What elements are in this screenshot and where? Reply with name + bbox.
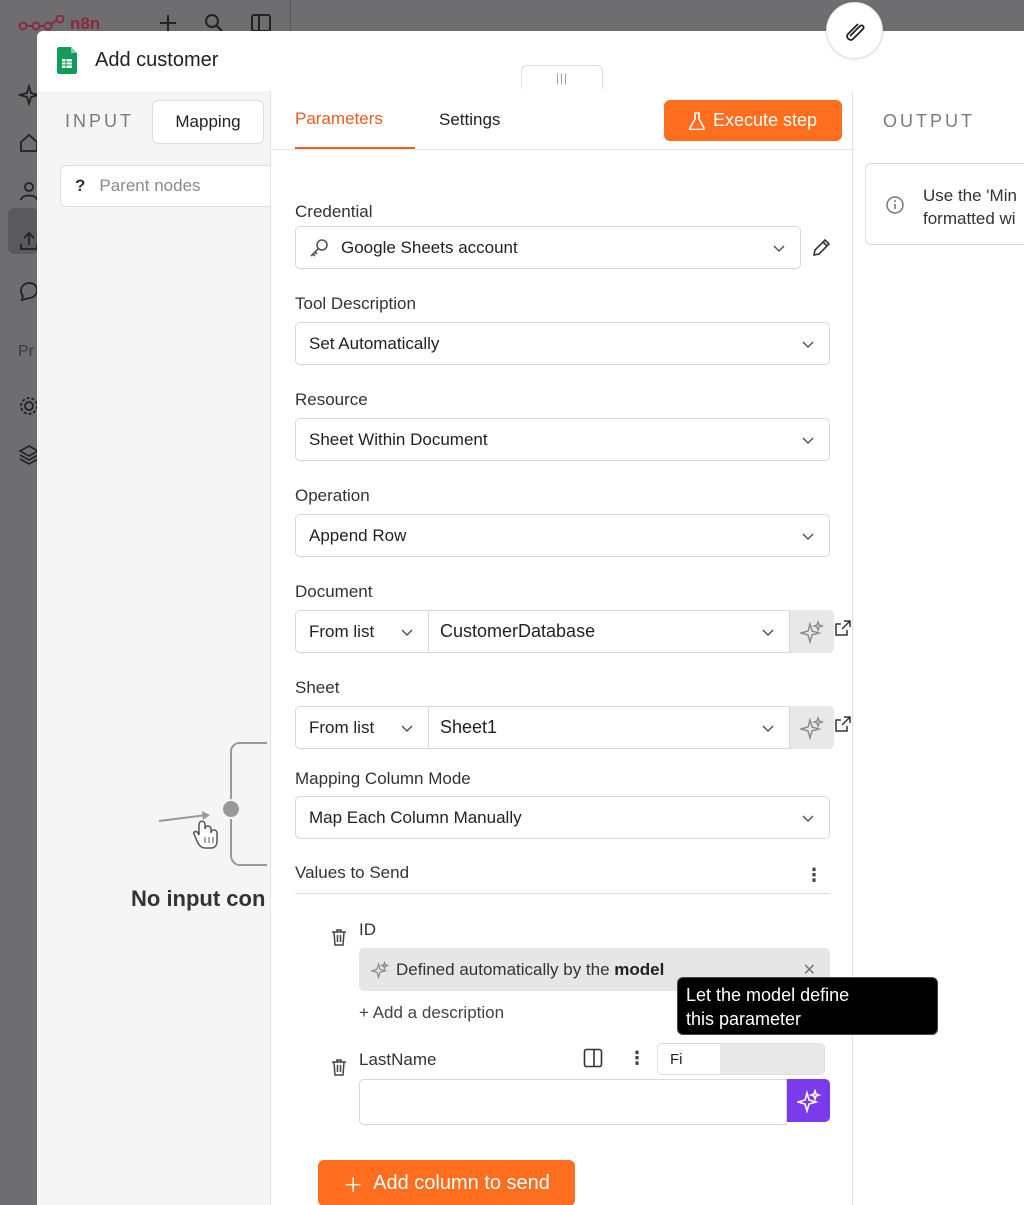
input-panel-label: INPUT [65, 111, 134, 131]
credential-label: Credential [295, 202, 373, 221]
edit-pencil-icon[interactable] [810, 237, 832, 259]
chevron-down-icon [773, 245, 785, 253]
output-info-line-1: Use the 'Min [923, 186, 1017, 205]
tab-parameters[interactable]: Parameters [295, 91, 415, 149]
document-ai-button[interactable] [790, 610, 834, 653]
sheet-label: Sheet [295, 678, 340, 697]
document-mode-select[interactable]: From list [295, 610, 429, 653]
left-sidebar: Pr [0, 40, 40, 1205]
side-panel-icon[interactable] [583, 1048, 603, 1068]
let-model-define-button[interactable] [787, 1079, 830, 1122]
sheet-ai-button[interactable] [790, 706, 834, 749]
mapping-mode-label: Mapping Column Mode [295, 769, 471, 788]
tabs-divider [271, 149, 854, 150]
execute-step-label: Execute step [712, 110, 818, 130]
tooltip-line-2: this parameter [686, 1009, 802, 1029]
chevron-down-icon [401, 629, 413, 637]
column-options-menu-icon[interactable]: ⋮ [628, 1048, 646, 1069]
sparkles-icon [800, 619, 824, 644]
auto-defined-model: model [614, 959, 665, 979]
trash-icon[interactable] [331, 1058, 347, 1076]
operation-value: Append Row [309, 525, 407, 545]
modal-title: Add customer [95, 49, 219, 71]
sheet-mode-select[interactable]: From list [295, 706, 429, 749]
mapping-mode-value: Map Each Column Manually [309, 807, 522, 827]
mapping-mode-select[interactable]: Map Each Column Manually [295, 796, 830, 839]
expression-option[interactable] [720, 1044, 824, 1074]
fixed-option[interactable]: Fi [658, 1044, 720, 1074]
panel-drag-handle[interactable]: ||| [521, 65, 603, 89]
execute-step-button[interactable]: Execute step [664, 100, 842, 141]
output-info-line-2: formatted wi [923, 209, 1016, 228]
mapping-tab[interactable]: Mapping [152, 100, 264, 144]
output-panel-label: OUTPUT [883, 111, 975, 131]
document-value: CustomerDatabase [440, 621, 596, 641]
sheet-select[interactable]: Sheet1 [429, 706, 790, 749]
sidebar-section-label: Pr [18, 343, 34, 360]
add-description-link[interactable]: + Add a description [359, 1003, 504, 1023]
document-mode-value: From list [309, 621, 375, 641]
values-divider [295, 893, 830, 894]
credential-select[interactable]: Google Sheets account [295, 226, 801, 269]
tooltip: Let the model define this parameter [677, 977, 938, 1035]
values-to-send-label: Values to Send [295, 863, 410, 882]
key-icon [310, 238, 328, 257]
chevron-down-icon [762, 725, 774, 733]
sheet-mode-value: From list [309, 717, 375, 737]
divider [290, 0, 291, 32]
google-sheets-icon [57, 47, 77, 74]
column-name-id: ID [359, 920, 376, 939]
trash-icon[interactable] [331, 928, 347, 946]
chevron-down-icon [802, 341, 814, 349]
chevron-down-icon [802, 533, 814, 541]
document-select[interactable]: CustomerDatabase [429, 610, 790, 653]
input-panel: INPUT Mapping ? Parent nodes No input co… [37, 91, 271, 1205]
chevron-down-icon [401, 725, 413, 733]
input-connection-illustration [158, 742, 267, 866]
fixed-expression-toggle[interactable]: Fi [657, 1043, 825, 1075]
resource-value: Sheet Within Document [309, 429, 488, 449]
operation-select[interactable]: Append Row [295, 514, 830, 557]
parent-nodes-selector[interactable]: ? Parent nodes [60, 165, 271, 207]
auto-defined-prefix: Defined automatically by the [396, 959, 610, 979]
parameters-panel: Parameters Settings Execute step Credent… [270, 91, 854, 1205]
chevron-down-icon [802, 815, 814, 823]
tooltip-line-1: Let the model define [686, 985, 850, 1005]
external-link-icon[interactable] [835, 620, 851, 636]
values-options-menu-icon[interactable]: ⋮ [805, 865, 823, 886]
operation-label: Operation [295, 486, 370, 505]
output-info-text: Use the 'Min formatted wi [923, 184, 1017, 230]
tool-description-label: Tool Description [295, 294, 416, 313]
paperclip-icon [845, 22, 865, 41]
add-column-button[interactable]: ＋ Add column to send [318, 1160, 575, 1205]
question-mark-icon: ? [75, 176, 86, 195]
output-info-box: Use the 'Min formatted wi [865, 163, 1024, 245]
tool-description-select[interactable]: Set Automatically [295, 322, 830, 365]
column-name-lastname: LastName [359, 1050, 437, 1069]
auto-defined-text: Defined automatically by the model [396, 960, 664, 980]
chevron-down-icon [762, 629, 774, 637]
info-icon [886, 196, 904, 214]
floating-assistant-button[interactable] [826, 2, 883, 59]
tool-description-value: Set Automatically [309, 333, 440, 353]
resource-label: Resource [295, 390, 368, 409]
tab-settings[interactable]: Settings [439, 91, 500, 149]
chevron-down-icon [802, 437, 814, 445]
credential-value: Google Sheets account [341, 237, 518, 257]
lastname-input[interactable] [359, 1079, 787, 1125]
parent-nodes-label: Parent nodes [99, 176, 201, 195]
sparkles-icon [371, 960, 389, 979]
no-input-message: No input con [131, 886, 266, 911]
sheet-value: Sheet1 [440, 717, 498, 737]
external-link-icon[interactable] [835, 716, 851, 732]
flask-icon [688, 111, 705, 130]
document-label: Document [295, 582, 373, 601]
add-column-label: Add column to send [373, 1171, 550, 1194]
plus-icon: ＋ [343, 1174, 364, 1197]
resource-select[interactable]: Sheet Within Document [295, 418, 830, 461]
sparkles-icon [796, 1088, 821, 1113]
sparkles-icon [800, 715, 824, 740]
